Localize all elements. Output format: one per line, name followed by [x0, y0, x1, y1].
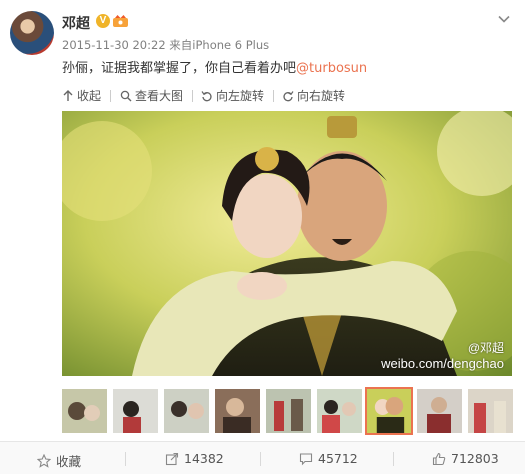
post-timestamp[interactable]: 2015-11-30 20:22 [62, 38, 166, 52]
thumbnail-strip [62, 387, 522, 435]
avatar[interactable] [10, 11, 54, 55]
comment-icon [299, 452, 313, 465]
thumbnail-active[interactable] [365, 387, 413, 435]
rotate-right-icon [283, 90, 294, 101]
thumbnail[interactable] [468, 389, 513, 433]
divider [393, 452, 394, 466]
favorite-label: 收藏 [56, 454, 82, 469]
rotate-left-icon [201, 90, 212, 101]
star-icon [37, 453, 51, 468]
thumbnail[interactable] [164, 389, 209, 433]
photo-illustration [62, 111, 512, 376]
like-button[interactable]: 712803 [432, 451, 499, 466]
divider [110, 90, 111, 102]
watermark-url: weibo.com/dengchao [381, 356, 504, 371]
collapse-button[interactable]: 收起 [62, 87, 101, 104]
favorite-button[interactable]: 收藏 [37, 451, 81, 470]
thumbnail[interactable] [113, 389, 158, 433]
post-footer: 收藏 14382 45712 712803 [0, 441, 525, 474]
thumbnail[interactable] [317, 389, 362, 433]
thumbnail[interactable] [417, 389, 462, 433]
magnifier-icon [120, 90, 132, 101]
mention-link[interactable]: @turbosun [296, 61, 367, 76]
verified-badge-icon: V [96, 14, 110, 28]
like-count: 712803 [451, 451, 499, 466]
collapse-label: 收起 [77, 89, 102, 103]
repost-button[interactable]: 14382 [165, 451, 224, 466]
watermark-user: @邓超 [467, 341, 504, 355]
chevron-down-icon[interactable] [497, 12, 511, 26]
thumbnail[interactable] [62, 389, 107, 433]
post-text-body: 孙俪，证据我都掌握了，你自己看着办吧 [62, 61, 297, 76]
collapse-arrow-icon [63, 89, 73, 101]
repost-icon [165, 452, 179, 465]
divider [260, 452, 261, 466]
main-photo[interactable]: @邓超 weibo.com/dengchao [62, 111, 512, 376]
rotate-right-label: 向右旋转 [297, 89, 346, 103]
view-large-label: 查看大图 [135, 89, 184, 103]
member-crown-icon[interactable] [112, 14, 129, 28]
repost-count: 14382 [184, 451, 224, 466]
rotate-left-label: 向左旋转 [216, 89, 265, 103]
divider [125, 452, 126, 466]
rotate-right-button[interactable]: 向右旋转 [282, 87, 345, 104]
divider [192, 90, 193, 102]
source-prefix: 来自 [169, 38, 193, 52]
rotate-left-button[interactable]: 向左旋转 [201, 87, 264, 104]
comment-button[interactable]: 45712 [299, 451, 358, 466]
thumbnail[interactable] [215, 389, 260, 433]
source-device[interactable]: iPhone 6 Plus [192, 38, 269, 52]
comment-count: 45712 [318, 451, 358, 466]
divider [273, 90, 274, 102]
username[interactable]: 邓超 [62, 13, 90, 33]
post-text: 孙俪，证据我都掌握了，你自己看着办吧@turbosun [62, 57, 367, 76]
post-meta: 2015-11-30 20:22 来自iPhone 6 Plus [62, 37, 269, 53]
watermark: @邓超 weibo.com/dengchao [381, 340, 504, 372]
thumbnail[interactable] [266, 389, 311, 433]
thumbs-up-icon [432, 452, 446, 465]
view-large-button[interactable]: 查看大图 [120, 87, 183, 104]
image-action-bar: 收起 查看大图 向左旋转 向右旋转 [62, 85, 512, 107]
